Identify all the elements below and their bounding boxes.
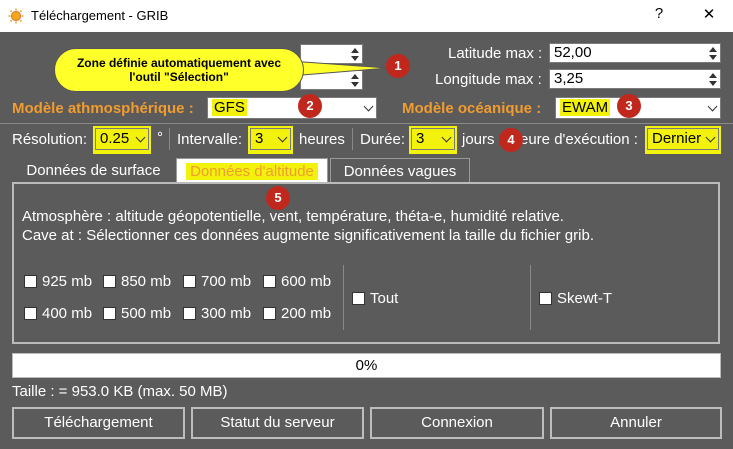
chevron-down-icon <box>705 132 716 143</box>
spinner-icon[interactable] <box>707 71 719 88</box>
ocean-model-label: Modèle océanique : <box>402 100 542 117</box>
checkbox-300mb-label: 300 mb <box>201 305 252 322</box>
callout-line2: l'outil "Sélection" <box>129 70 229 84</box>
panel-description-line2: Cave at : Sélectionner ces données augme… <box>22 227 594 244</box>
download-button[interactable]: Téléchargement <box>12 407 185 439</box>
longitude-max-label: Longitude max : <box>435 71 542 88</box>
checkbox-925mb[interactable] <box>24 275 37 288</box>
checkbox-200mb[interactable] <box>263 307 276 320</box>
title-bar: Téléchargement - GRIB ? ✕ <box>0 0 733 32</box>
altitude-panel <box>12 182 720 344</box>
download-progress-bar: 0% <box>12 353 721 378</box>
latitude-max-label: Latitude max : <box>448 45 543 62</box>
interval-label: Intervalle: <box>177 131 243 148</box>
badge-4: 4 <box>499 128 523 152</box>
sun-app-icon <box>8 8 24 24</box>
checkbox-850mb-label: 850 mb <box>121 273 172 290</box>
tab-waves-label: Données vagues <box>343 163 457 180</box>
badge-1: 1 <box>386 54 410 78</box>
interval-select[interactable]: 3 <box>250 128 291 150</box>
divider <box>352 128 353 150</box>
duration-unit: jours <box>462 131 495 148</box>
tab-surface-label: Données de surface <box>26 162 161 179</box>
checkbox-500mb-label: 500 mb <box>121 305 172 322</box>
divider <box>169 128 170 150</box>
longitude-max-value: 3,25 <box>554 70 584 87</box>
tab-altitude-label: Données d'altitude <box>186 163 318 180</box>
help-button[interactable]: ? <box>644 5 674 22</box>
size-info: Taille : = 953.0 KB (max. 50 MB) <box>12 383 228 400</box>
spinner-icon[interactable] <box>707 45 719 62</box>
checkbox-600mb-label: 600 mb <box>281 273 332 290</box>
atmo-model-select[interactable]: GFS <box>207 97 377 119</box>
resolution-label: Résolution: <box>12 131 88 148</box>
progress-text: 0% <box>355 357 378 374</box>
cancel-button[interactable]: Annuler <box>550 407 722 439</box>
duration-label: Durée: <box>360 131 406 148</box>
ocean-model-value: EWAM <box>560 99 611 116</box>
divider <box>0 123 733 124</box>
latitude-max-value: 52,00 <box>554 44 592 61</box>
interval-unit: heures <box>299 131 345 148</box>
checkbox-skewt[interactable] <box>539 292 552 305</box>
resolution-unit: ° <box>157 129 163 146</box>
duration-value: 3 <box>416 130 425 147</box>
tab-altitude[interactable]: Données d'altitude <box>176 158 328 184</box>
badge-2: 2 <box>298 94 322 118</box>
checkbox-700mb-label: 700 mb <box>201 273 252 290</box>
window-title: Téléchargement - GRIB <box>31 8 169 23</box>
checkbox-700mb[interactable] <box>183 275 196 288</box>
checkbox-925mb-label: 925 mb <box>42 273 93 290</box>
checkbox-400mb[interactable] <box>24 307 37 320</box>
server-status-button[interactable]: Statut du serveur <box>191 407 364 439</box>
callout-auto-zone: Zone définie automatiquement avec l'outi… <box>54 48 304 92</box>
run-value: Dernier <box>652 130 702 147</box>
interval-value: 3 <box>255 130 264 147</box>
connect-button[interactable]: Connexion <box>370 407 544 439</box>
chevron-down-icon <box>135 132 146 143</box>
chevron-down-icon <box>363 101 374 112</box>
checkbox-all[interactable] <box>352 292 365 305</box>
checkbox-all-label: Tout <box>370 290 399 307</box>
badge-3: 3 <box>617 94 641 118</box>
checkbox-500mb[interactable] <box>103 307 116 320</box>
resolution-value: 0.25 <box>100 130 130 147</box>
chevron-down-icon <box>441 132 452 143</box>
checkbox-850mb[interactable] <box>103 275 116 288</box>
latitude-max-input[interactable]: 52,00 <box>549 43 721 63</box>
resolution-select[interactable]: 0.25 <box>95 128 149 150</box>
callout-line1: Zone définie automatiquement avec <box>76 56 282 70</box>
longitude-max-input[interactable]: 3,25 <box>549 69 721 89</box>
tab-waves[interactable]: Données vagues <box>330 158 470 184</box>
run-label: eure d'exécution : <box>520 131 638 148</box>
panel-description-line1: Atmosphère : altitude géopotentielle, ve… <box>22 208 564 225</box>
run-select[interactable]: Dernier <box>647 128 719 150</box>
divider <box>343 265 344 330</box>
callout-pointer <box>290 60 389 77</box>
atmo-model-value: GFS <box>212 99 247 116</box>
chevron-down-icon <box>707 101 718 112</box>
duration-select[interactable]: 3 <box>411 128 455 150</box>
divider <box>530 265 531 330</box>
chevron-down-icon <box>277 132 288 143</box>
tab-surface[interactable]: Données de surface <box>12 158 175 184</box>
checkbox-skewt-label: Skewt-T <box>557 290 613 307</box>
checkbox-400mb-label: 400 mb <box>42 305 93 322</box>
close-button[interactable]: ✕ <box>694 5 724 23</box>
checkbox-300mb[interactable] <box>183 307 196 320</box>
checkbox-200mb-label: 200 mb <box>281 305 332 322</box>
atmo-model-label: Modèle athmosphérique : <box>12 100 194 117</box>
checkbox-600mb[interactable] <box>263 275 276 288</box>
